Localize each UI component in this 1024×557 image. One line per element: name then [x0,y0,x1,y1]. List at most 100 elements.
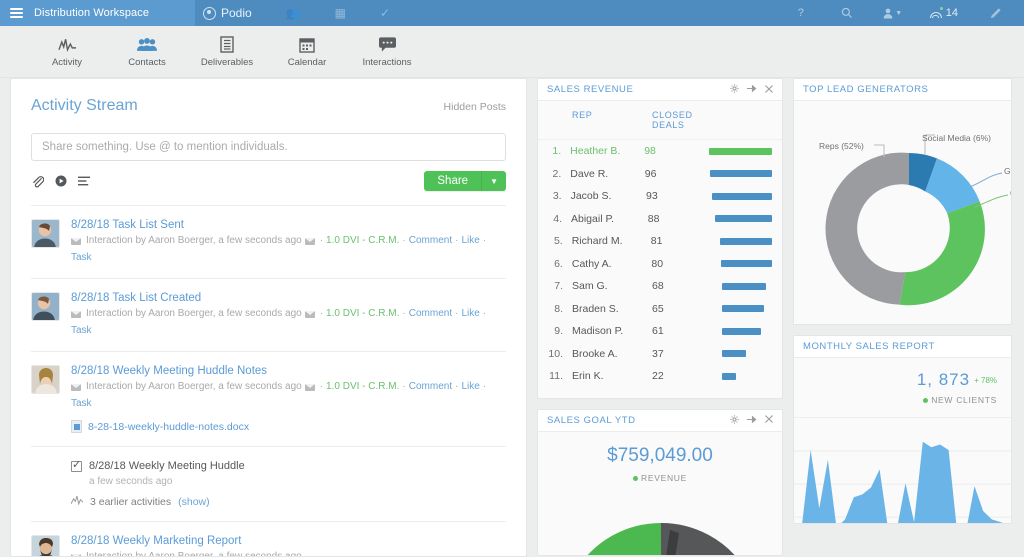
post-title[interactable]: 8/28/18 Weekly Meeting Huddle Notes [71,365,506,377]
calendar-icon[interactable]: ▦ [335,7,346,19]
row-bar [722,350,746,358]
row-closed-deals: 93 [646,190,658,203]
row-bar-cell [722,305,782,313]
post-action-like[interactable]: Like [461,234,479,248]
attachment-name[interactable]: 8-28-18-weekly-huddle-notes.docx [88,421,249,433]
nav-item-deliverables[interactable]: Deliverables [198,36,256,68]
post-app-link[interactable]: 1.0 DVI - C.R.M. [326,307,399,321]
nav-label-calendar: Calendar [287,56,327,68]
gear-icon[interactable] [730,84,739,95]
task-list-icon[interactable] [78,176,91,186]
pencil-icon[interactable] [972,7,1018,20]
share-input[interactable] [42,141,495,153]
post-title[interactable]: 8/28/18 Task List Sent [71,219,506,231]
legend-dot-icon [633,475,638,481]
table-row[interactable]: 3. Jacob S. 93 [538,185,782,208]
subtask-row[interactable]: 8/28/18 Weekly Meeting Huddle [71,458,245,472]
paperclip-icon[interactable] [31,175,44,188]
table-row[interactable]: 1. Heather B. 98 [538,140,782,163]
media-icon[interactable] [55,175,67,187]
help-button[interactable]: ? [778,7,824,19]
nav-item-interactions[interactable]: Interactions [358,36,416,68]
checkbox-checked-icon[interactable] [71,458,82,472]
earlier-activities-row[interactable]: 3 earlier activities (show) [70,494,245,508]
chevron-down-icon[interactable]: ▼ [481,171,506,191]
table-row[interactable]: 8. Braden S. 65 [538,298,782,321]
list-document-icon [220,36,234,54]
feed-signal-icon [929,7,943,18]
activity-stream-panel: Activity Stream Hidden Posts Share ▼ [10,78,527,557]
row-rep-name: Sam G. [572,280,608,293]
table-row[interactable]: 11. Erin K. 22 [538,365,782,388]
post-action-task[interactable]: Task [71,324,92,338]
table-row[interactable]: 5. Richard M. 81 [538,230,782,253]
earlier-activities-label: 3 earlier activities [90,496,172,508]
arrow-right-icon[interactable] [747,84,757,95]
table-row[interactable]: 10. Brooke A. 37 [538,343,782,366]
nav-item-activity[interactable]: Activity [38,36,96,68]
mail-icon [304,237,315,245]
contacts-icon[interactable]: 👥 [286,7,301,19]
show-earlier-link[interactable]: (show) [178,496,210,508]
widget-title: SALES GOAL YTD [547,414,636,426]
row-rank: 8. [554,302,563,315]
arrow-right-icon[interactable] [747,415,757,426]
donut-chart: Reps (52%) Social Media (6%) Google Curr… [794,101,1011,324]
post-action-comment[interactable]: Comment [409,307,452,321]
legend-label: REVENUE [641,472,687,483]
podio-logo[interactable]: Podio [203,6,252,20]
table-row[interactable]: 4. Abigail P. 88 [538,208,782,231]
nav-item-contacts[interactable]: Contacts [118,36,176,68]
post-action-comment[interactable]: Comment [409,234,452,248]
table-row[interactable]: 2. Dave R. 96 [538,163,782,186]
mail-icon [71,237,81,245]
avatar [31,219,60,248]
row-rank: 9. [554,325,563,338]
table-row[interactable]: 6. Cathy A. 80 [538,253,782,276]
post-app-link[interactable]: 1.0 DVI - C.R.M. [326,234,399,248]
row-bar-cell [710,170,782,178]
search-icon[interactable] [824,7,870,19]
stream-post: 8/28/18 Task List Created Interaction by… [31,279,506,352]
row-closed-deals: 98 [644,145,656,158]
activity-chart-icon [57,36,77,54]
monthly-delta: + 78% [974,376,997,386]
menu-hamburger-icon[interactable] [10,8,23,18]
stream-header: Activity Stream Hidden Posts [31,97,506,115]
row-bar-cell [722,372,782,380]
gear-icon[interactable] [730,414,739,426]
post-action-task[interactable]: Task [71,397,92,411]
post-action-like[interactable]: Like [461,380,479,394]
right-widget-column: TOP LEAD GENERATORS Reps (52%) Social Me… [793,78,1012,534]
table-row[interactable]: 9. Madison P. 61 [538,320,782,343]
activity-feed-button[interactable]: 14 [916,7,972,19]
row-bar [710,170,772,178]
table-row[interactable]: 7. Sam G. 68 [538,275,782,298]
post-action-comment[interactable]: Comment [409,380,452,394]
composer-box[interactable] [31,133,506,161]
row-rep-name: Brooke A. [572,347,618,360]
avatar [31,535,60,556]
row-bar-cell [712,192,782,200]
post-title[interactable]: 8/28/18 Task List Created [71,292,506,304]
share-button[interactable]: Share ▼ [424,171,506,191]
nav-item-calendar[interactable]: Calendar [278,36,336,68]
widget-title: SALES REVENUE [547,84,634,95]
post-title[interactable]: 8/28/18 Weekly Marketing Report [71,535,506,547]
attachment-row[interactable]: 8-28-18-weekly-huddle-notes.docx [71,420,506,433]
widget-title: TOP LEAD GENERATORS [803,84,929,95]
area-series [802,441,1004,523]
row-bar [722,305,764,313]
hidden-posts-link[interactable]: Hidden Posts [444,101,506,113]
close-icon[interactable] [765,84,773,95]
post-meta-text: Interaction by Aaron Boerger, a few seco… [86,235,302,246]
close-icon[interactable] [765,415,773,425]
post-action-like[interactable]: Like [461,307,479,321]
post-app-link[interactable]: 1.0 DVI - C.R.M. [326,380,399,394]
sales-goal-value: $759,049.00 [607,444,713,466]
post-meta: Interaction by Aaron Boerger, a few seco… [71,550,506,557]
post-action-task[interactable]: Task [71,251,92,265]
tasks-icon[interactable]: ✓ [380,7,390,19]
user-menu-icon[interactable]: ▼ [870,8,916,19]
post-meta-text: Interaction by Aaron Boerger, a few seco… [86,551,302,557]
